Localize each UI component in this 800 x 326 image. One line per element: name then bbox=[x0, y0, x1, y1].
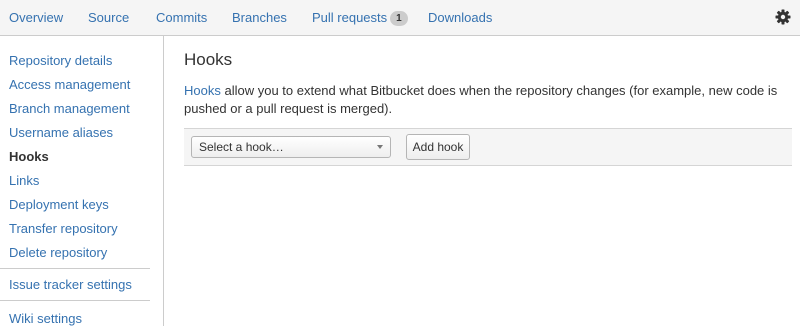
sidebar-item-deployment-keys[interactable]: Deployment keys bbox=[9, 197, 109, 212]
sidebar-item-issue-tracker-settings[interactable]: Issue tracker settings bbox=[9, 277, 132, 292]
settings-sidebar: Repository details Access management Bra… bbox=[0, 36, 164, 326]
sidebar-item-wiki-settings[interactable]: Wiki settings bbox=[9, 311, 82, 326]
add-hook-toolbar: Select a hook… Add hook bbox=[184, 128, 792, 166]
sidebar-item-hooks[interactable]: Hooks bbox=[9, 149, 49, 164]
hook-type-select-value: Select a hook… bbox=[199, 140, 284, 154]
sidebar-item-access-management[interactable]: Access management bbox=[9, 77, 130, 92]
sidebar-item-username-aliases[interactable]: Username aliases bbox=[9, 125, 113, 140]
repo-nav-bar: Overview Source Commits Branches Pull re… bbox=[0, 0, 800, 36]
chevron-down-icon bbox=[377, 145, 383, 149]
gear-icon[interactable] bbox=[775, 9, 791, 25]
sidebar-divider bbox=[0, 300, 150, 301]
tab-downloads[interactable]: Downloads bbox=[428, 10, 492, 25]
tab-source[interactable]: Source bbox=[88, 10, 129, 25]
hooks-description: Hooks allow you to extend what Bitbucket… bbox=[184, 82, 790, 118]
sidebar-item-transfer-repository[interactable]: Transfer repository bbox=[9, 221, 118, 236]
hooks-help-link[interactable]: Hooks bbox=[184, 83, 221, 98]
add-hook-button[interactable]: Add hook bbox=[406, 134, 470, 160]
hook-type-select[interactable]: Select a hook… bbox=[191, 136, 391, 158]
sidebar-item-repository-details[interactable]: Repository details bbox=[9, 53, 112, 68]
sidebar-item-links[interactable]: Links bbox=[9, 173, 39, 188]
pull-requests-count-badge: 1 bbox=[390, 11, 408, 26]
page-title: Hooks bbox=[184, 50, 233, 69]
hooks-description-text: allow you to extend what Bitbucket does … bbox=[184, 83, 778, 116]
sidebar-item-delete-repository[interactable]: Delete repository bbox=[9, 245, 107, 260]
tab-branches[interactable]: Branches bbox=[232, 10, 287, 25]
tab-pull-requests[interactable]: Pull requests 1 bbox=[312, 10, 408, 26]
sidebar-divider bbox=[0, 268, 150, 269]
tab-overview[interactable]: Overview bbox=[9, 10, 63, 25]
tab-commits[interactable]: Commits bbox=[156, 10, 207, 25]
sidebar-item-branch-management[interactable]: Branch management bbox=[9, 101, 130, 116]
tab-pull-requests-label: Pull requests bbox=[312, 10, 388, 25]
